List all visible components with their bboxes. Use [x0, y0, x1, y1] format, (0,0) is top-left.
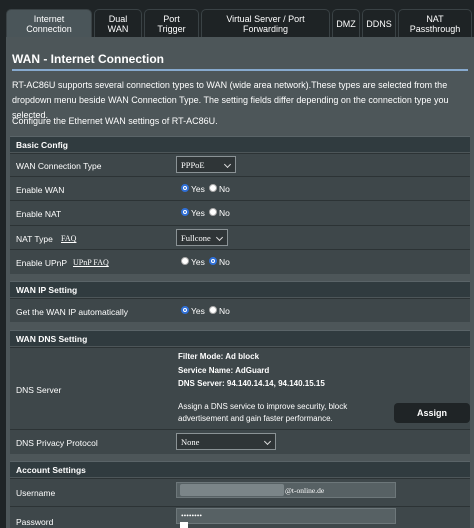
page-title: WAN - Internet Connection	[12, 52, 164, 66]
section-wan-dns-setting: WAN DNS Setting	[10, 330, 470, 346]
enable-wan-label: Enable WAN	[16, 185, 65, 195]
wan-type-label: WAN Connection Type	[16, 161, 102, 171]
enable-upnp-yes-radio[interactable]	[181, 257, 189, 265]
chevron-down-icon	[223, 160, 232, 169]
dns-privacy-value: None	[181, 437, 200, 447]
username-label: Username	[16, 488, 56, 498]
row-wan-connection-type: WAN Connection Type	[10, 153, 470, 176]
tab-label: Port	[163, 13, 180, 24]
yes-label: Yes	[191, 208, 205, 218]
dns-service-name: Service Name: AdGuard	[178, 366, 270, 375]
tab-label: Passthrough	[409, 23, 461, 34]
tab-port-trigger[interactable]: Port Trigger	[144, 9, 199, 37]
tab-label: NAT	[426, 13, 444, 24]
section-basic-config: Basic Config	[10, 136, 470, 152]
dns-privacy-select[interactable]: None	[176, 433, 276, 450]
wan-type-value: PPPoE	[181, 160, 205, 170]
chevron-down-icon	[263, 437, 272, 446]
yes-label: Yes	[191, 257, 205, 267]
nat-type-select[interactable]: Fullcone	[176, 229, 228, 246]
dns-privacy-label: DNS Privacy Protocol	[16, 438, 98, 448]
enable-nat-yes-radio[interactable]	[181, 208, 189, 216]
tab-label: Internet	[33, 13, 65, 24]
auto-wan-ip-yes-radio[interactable]	[181, 306, 189, 314]
wan-type-select[interactable]: PPPoE	[176, 156, 236, 173]
row-auto-wan-ip: Get the WAN IP automatically	[10, 298, 470, 322]
yes-label: Yes	[191, 184, 205, 194]
password-value: ••••••••	[181, 511, 203, 520]
nat-type-value: Fullcone	[181, 233, 211, 243]
password-label: Password	[16, 517, 54, 527]
row-nat-type: NAT Type FAQ	[10, 225, 470, 249]
page-subdescription: Configure the Ethernet WAN settings of R…	[12, 116, 218, 126]
tab-label: DMZ	[336, 18, 356, 29]
tab-label: DDNS	[366, 18, 392, 29]
enable-nat-label: Enable NAT	[16, 209, 62, 219]
tab-dmz[interactable]: DMZ	[332, 9, 360, 37]
section-wan-ip-setting: WAN IP Setting	[10, 281, 470, 297]
enable-upnp-no-radio[interactable]	[209, 257, 217, 265]
upnp-faq-link[interactable]: UPnP FAQ	[73, 258, 109, 267]
tab-label: Dual	[108, 13, 128, 24]
dns-filter-mode: Filter Mode: Ad block	[178, 352, 260, 361]
tab-label: Forwarding	[242, 23, 289, 34]
username-suffix: @t-online.de	[285, 486, 325, 495]
enable-nat-no-radio[interactable]	[209, 208, 217, 216]
auto-wan-ip-label: Get the WAN IP automatically	[16, 307, 128, 317]
tab-label: WAN	[107, 23, 129, 34]
auto-wan-ip-no-radio[interactable]	[209, 306, 217, 314]
yes-label: Yes	[191, 306, 205, 316]
tab-label: Connection	[26, 23, 72, 34]
no-label: No	[219, 306, 230, 316]
tab-ddns[interactable]: DDNS	[362, 9, 396, 37]
tab-internet-connection[interactable]: Internet Connection	[6, 9, 92, 37]
section-account-settings: Account Settings	[10, 461, 470, 477]
title-divider	[12, 69, 468, 71]
tab-bar: Internet Connection Dual WAN Port Trigger V…	[0, 0, 474, 37]
tab-label: Trigger	[157, 23, 186, 34]
enable-wan-no-radio[interactable]	[209, 184, 217, 192]
show-password-checkbox[interactable]	[180, 522, 188, 528]
nat-type-label: NAT Type	[16, 234, 53, 244]
row-enable-upnp: Enable UPnP UPnP FAQ	[10, 249, 470, 274]
row-enable-wan: Enable WAN	[10, 176, 470, 200]
tab-dual-wan[interactable]: Dual WAN	[94, 9, 142, 37]
dns-server-addresses: DNS Server: 94.140.14.14, 94.140.15.15	[178, 379, 325, 388]
chevron-down-icon	[215, 233, 224, 242]
row-enable-nat: Enable NAT	[10, 200, 470, 225]
assign-button[interactable]: Assign	[394, 403, 470, 423]
dns-hint: Assign a DNS service to improve security…	[178, 402, 348, 423]
tab-nat-passthrough[interactable]: NAT Passthrough	[398, 9, 472, 37]
tab-virtual-server[interactable]: Virtual Server / Port Forwarding	[201, 9, 330, 37]
no-label: No	[219, 257, 230, 267]
nat-faq-link[interactable]: FAQ	[61, 234, 76, 243]
enable-wan-yes-radio[interactable]	[181, 184, 189, 192]
enable-upnp-label: Enable UPnP	[16, 258, 68, 268]
username-redacted	[180, 484, 284, 496]
no-label: No	[219, 208, 230, 218]
password-input[interactable]	[176, 508, 396, 524]
no-label: No	[219, 184, 230, 194]
dns-server-label: DNS Server	[16, 385, 62, 395]
tab-label: Virtual Server / Port	[226, 13, 305, 24]
